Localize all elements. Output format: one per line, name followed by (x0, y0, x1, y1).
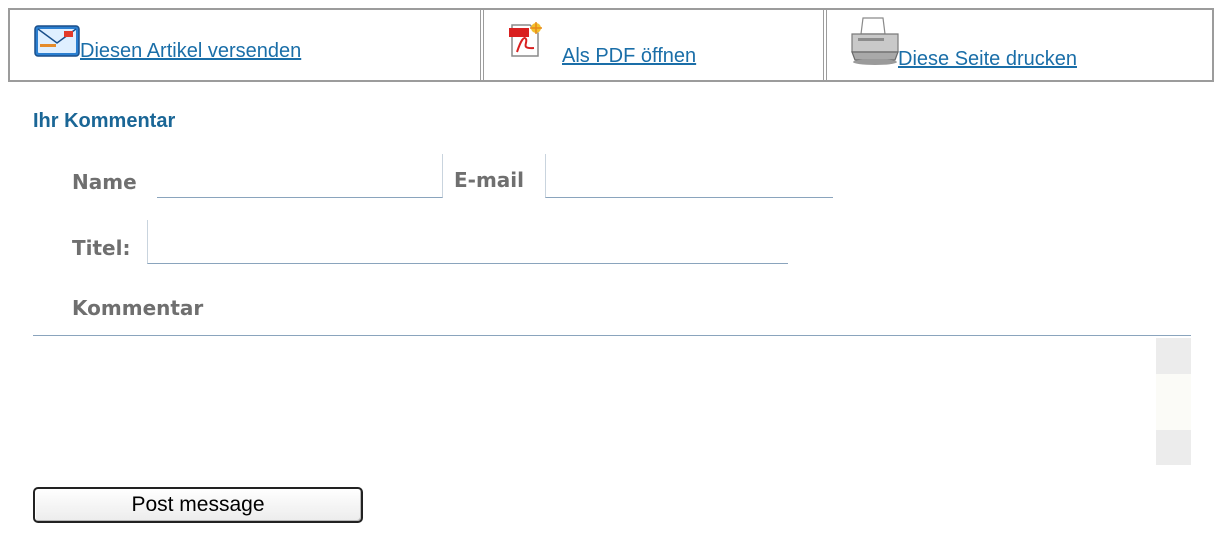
open-pdf-cell: Als PDF öffnen (480, 10, 823, 80)
send-article-cell: Diesen Artikel versenden (10, 10, 480, 80)
comment-scrollbar[interactable] (1156, 338, 1191, 465)
print-page-cell: Diese Seite drucken (823, 10, 1212, 80)
title-label: Titel: (72, 236, 131, 260)
title-input[interactable] (147, 220, 788, 264)
comment-textarea[interactable] (33, 335, 1191, 465)
article-actions-bar: Diesen Artikel versenden Als PDF öffnen … (8, 8, 1214, 82)
email-label: E-mail (454, 168, 525, 192)
scrollbar-track[interactable] (1156, 374, 1191, 430)
pdf-icon[interactable] (508, 22, 544, 58)
print-page-link[interactable]: Diese Seite drucken (898, 48, 1077, 71)
name-label: Name (72, 170, 137, 194)
comment-label: Kommentar (72, 296, 204, 320)
envelope-icon[interactable] (34, 25, 80, 57)
scroll-down-button[interactable] (1156, 430, 1191, 465)
comment-section-title: Ihr Kommentar (33, 110, 176, 132)
scroll-up-button[interactable] (1156, 338, 1191, 374)
email-input[interactable] (545, 154, 833, 198)
open-pdf-link[interactable]: Als PDF öffnen (562, 45, 696, 68)
printer-icon[interactable] (849, 16, 901, 66)
name-input[interactable] (157, 154, 443, 198)
post-message-button[interactable]: Post message (33, 487, 363, 523)
send-article-link[interactable]: Diesen Artikel versenden (80, 40, 301, 63)
